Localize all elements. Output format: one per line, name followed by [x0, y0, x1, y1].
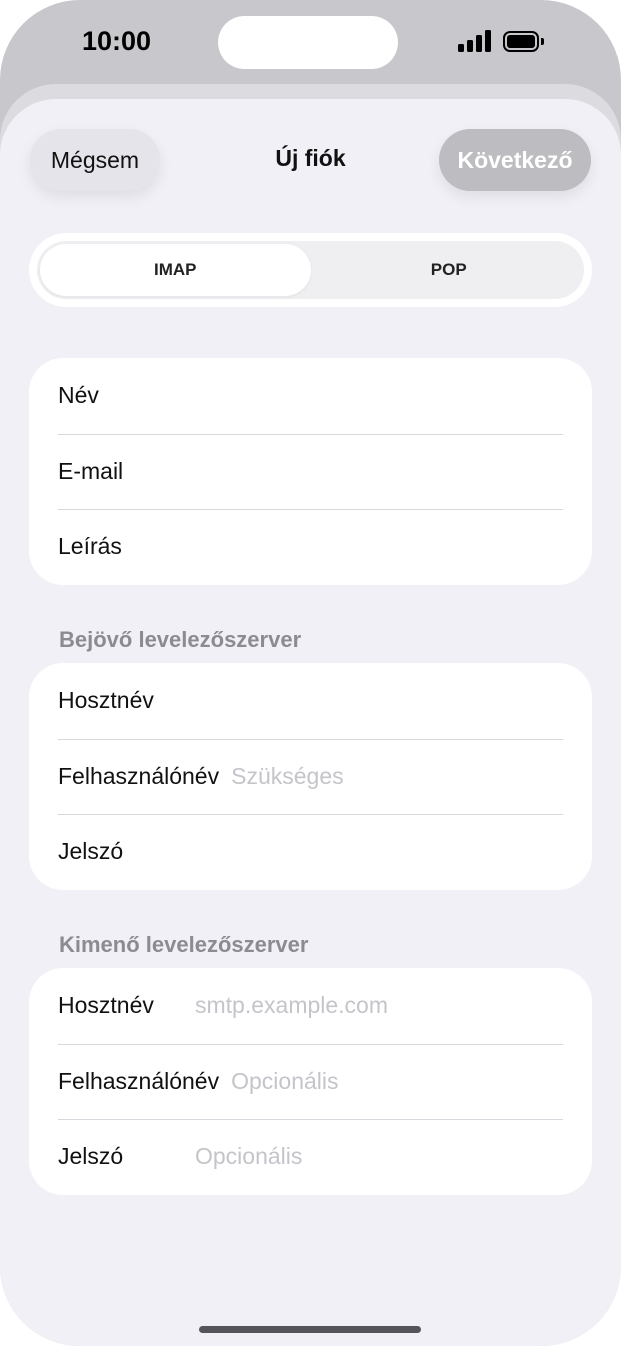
outgoing-hostname-placeholder: smtp.example.com: [195, 992, 389, 1019]
outgoing-username-label: Felhasználónév: [58, 1067, 220, 1094]
home-indicator[interactable]: [199, 1326, 421, 1333]
incoming-username-placeholder: Szükséges: [231, 762, 344, 789]
segment-pop[interactable]: POP: [314, 241, 585, 299]
account-info-group: Név E-mail Leírás: [29, 358, 592, 585]
segment-imap[interactable]: IMAP: [40, 244, 311, 296]
phone-screen: 10:00 Mégsem Új fiók Következő IMAP POP …: [0, 0, 621, 1346]
dynamic-island: [218, 16, 398, 69]
outgoing-server-header: Kimenő levelezőszerver: [59, 932, 309, 957]
incoming-password-label: Jelszó: [58, 838, 124, 865]
next-button[interactable]: Következő: [439, 129, 591, 191]
outgoing-hostname-field[interactable]: Hosztnév smtp.example.com: [29, 968, 592, 1044]
protocol-segmented-control: IMAP POP: [29, 233, 592, 307]
outgoing-server-group: Hosztnév smtp.example.com Felhasználónév…: [29, 968, 592, 1195]
description-label: Leírás: [58, 533, 122, 560]
new-account-sheet: Mégsem Új fiók Következő IMAP POP Név E-…: [0, 99, 621, 1346]
battery-nub: [541, 38, 544, 45]
incoming-hostname-field[interactable]: Hosztnév: [29, 663, 592, 739]
outgoing-password-field[interactable]: Jelszó Opcionális: [29, 1119, 592, 1195]
name-field[interactable]: Név: [29, 358, 592, 434]
outgoing-password-placeholder: Opcionális: [195, 1143, 303, 1170]
incoming-password-field[interactable]: Jelszó: [29, 814, 592, 890]
email-label: E-mail: [58, 457, 124, 484]
incoming-username-field[interactable]: Felhasználónév Szükséges: [29, 738, 592, 815]
incoming-server-group: Hosztnév Felhasználónév Szükséges Jelszó: [29, 663, 592, 890]
outgoing-password-label: Jelszó: [58, 1143, 124, 1170]
outgoing-username-field[interactable]: Felhasználónév Opcionális: [29, 1043, 592, 1120]
incoming-server-header: Bejövő levelezőszerver: [59, 627, 302, 652]
status-bar: 10:00: [0, 0, 621, 90]
incoming-hostname-label: Hosztnév: [58, 687, 154, 714]
status-time: 10:00: [82, 26, 152, 56]
cellular-signal-icon: [458, 30, 492, 52]
outgoing-hostname-label: Hosztnév: [58, 992, 154, 1019]
incoming-username-label: Felhasználónév: [58, 762, 220, 789]
battery-icon: [503, 31, 539, 52]
email-field[interactable]: E-mail: [29, 433, 592, 510]
name-label: Név: [58, 382, 99, 409]
description-field[interactable]: Leírás: [29, 509, 592, 585]
outgoing-username-placeholder: Opcionális: [231, 1067, 339, 1094]
